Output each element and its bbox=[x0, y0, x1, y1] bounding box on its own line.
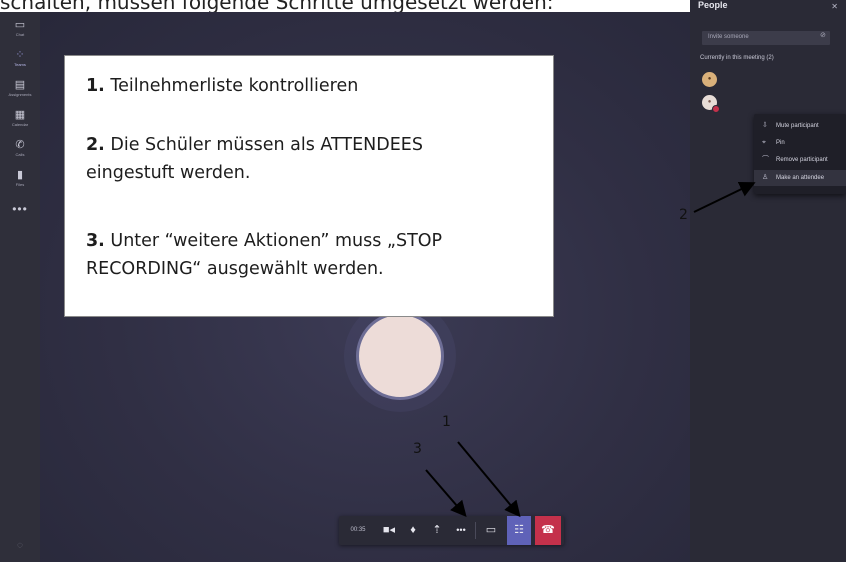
participants-button[interactable]: ☷ bbox=[507, 516, 531, 545]
annotation-label-3: 3 bbox=[413, 441, 422, 457]
participant-avatar[interactable]: ● bbox=[702, 72, 717, 87]
invite-input[interactable]: Invite someone bbox=[702, 31, 830, 45]
rail-item-label: Calendar bbox=[11, 122, 29, 127]
more-actions-button[interactable]: ••• bbox=[449, 516, 473, 545]
calendar-icon: ▦ bbox=[14, 109, 26, 121]
people-panel: People ✕ Invite someone ⊘ Currently in t… bbox=[690, 0, 846, 562]
rail-item-label: Teams bbox=[14, 62, 26, 67]
participants-icon: ☷ bbox=[514, 524, 524, 536]
attendee-icon: ♙ bbox=[762, 174, 769, 181]
share-link-icon[interactable]: ⊘ bbox=[820, 31, 826, 39]
rail-item-files[interactable]: ▮ Files bbox=[0, 166, 40, 196]
teams-icon: ⁘ bbox=[15, 49, 25, 61]
rail-item-label: Calls bbox=[15, 152, 25, 157]
call-timer: 00:35 bbox=[350, 527, 366, 533]
chat-icon: ▭ bbox=[14, 19, 26, 31]
step-text: eingestuft werden. bbox=[86, 163, 251, 183]
assignments-icon: ▤ bbox=[14, 79, 26, 91]
invite-placeholder: Invite someone bbox=[708, 34, 749, 40]
menu-item-remove[interactable]: ⌒ Remove participant bbox=[754, 152, 846, 168]
call-controls-bar: 00:35 ■◂ ♦ ⇡ ••• ▭ ☷ ☎ bbox=[339, 516, 564, 545]
menu-item-label: Pin bbox=[776, 140, 785, 146]
rail-item-calls[interactable]: ✆ Calls bbox=[0, 136, 40, 166]
rail-item-label: Assignments bbox=[8, 92, 32, 97]
panel-title: People bbox=[698, 0, 728, 10]
camera-button[interactable]: ■◂ bbox=[377, 516, 401, 545]
annotation-label-2: 2 bbox=[679, 207, 688, 223]
rail-item-chat[interactable]: ▭ Chat bbox=[0, 16, 40, 46]
call-bar-divider bbox=[475, 522, 476, 539]
files-icon: ▮ bbox=[16, 169, 24, 181]
step-number: 2. bbox=[86, 135, 105, 155]
share-screen-icon: ⇡ bbox=[432, 524, 442, 536]
pin-icon: ⌖ bbox=[762, 139, 766, 146]
close-icon[interactable]: ✕ bbox=[831, 2, 838, 11]
menu-item-make-attendee[interactable]: ♙ Make an attendee bbox=[754, 170, 846, 186]
microphone-button[interactable]: ♦ bbox=[401, 516, 425, 545]
menu-item-pin[interactable]: ⌖ Pin bbox=[754, 135, 846, 151]
camera-icon: ■◂ bbox=[382, 524, 396, 536]
step-text: Unter “weitere Aktionen” muss „STOP bbox=[104, 231, 443, 251]
help-icon[interactable]: ◌ bbox=[0, 540, 40, 551]
rail-item-assignments[interactable]: ▤ Assignments bbox=[0, 76, 40, 106]
more-actions-icon: ••• bbox=[456, 525, 466, 535]
status-badge bbox=[712, 105, 720, 113]
step-2: 2. Die Schüler müssen als ATTENDEES eing… bbox=[86, 131, 423, 187]
annotation-label-1: 1 bbox=[442, 414, 451, 430]
mic-off-icon: ⇩ bbox=[762, 122, 768, 129]
menu-item-label: Remove participant bbox=[776, 157, 828, 163]
step-3: 3. Unter “weitere Aktionen” muss „STOP R… bbox=[86, 227, 442, 283]
rail-item-label: Files bbox=[15, 182, 25, 187]
participant-context-menu: ⇩ Mute participant ⌖ Pin ⌒ Remove partic… bbox=[754, 114, 846, 194]
rail-item-label: Chat bbox=[15, 32, 25, 37]
microphone-icon: ♦ bbox=[410, 524, 416, 536]
step-text: Teilnehmerliste kontrollieren bbox=[104, 76, 359, 96]
remove-icon: ⌒ bbox=[762, 156, 769, 163]
hang-up-icon: ☎ bbox=[541, 524, 555, 536]
step-1: 1. Teilnehmerliste kontrollieren bbox=[86, 72, 358, 100]
step-number: 1. bbox=[86, 76, 105, 96]
share-screen-button[interactable]: ⇡ bbox=[425, 516, 449, 545]
menu-item-mute[interactable]: ⇩ Mute participant bbox=[754, 118, 846, 134]
step-text: RECORDING“ ausgewählt werden. bbox=[86, 259, 384, 279]
chat-icon: ▭ bbox=[485, 524, 497, 536]
hang-up-button[interactable]: ☎ bbox=[535, 516, 561, 545]
step-number: 3. bbox=[86, 231, 105, 251]
section-header[interactable]: Currently in this meeting (2) bbox=[700, 55, 774, 61]
rail-item-teams[interactable]: ⁘ Teams bbox=[0, 46, 40, 76]
menu-item-label: Make an attendee bbox=[776, 175, 825, 181]
instruction-box: 1. Teilnehmerliste kontrollieren 2. Die … bbox=[64, 55, 554, 317]
calls-icon: ✆ bbox=[15, 139, 25, 151]
menu-item-label: Mute participant bbox=[776, 123, 819, 129]
app-rail: ▭ Chat ⁘ Teams ▤ Assignments ▦ Calendar … bbox=[0, 12, 40, 562]
step-text: Die Schüler müssen als ATTENDEES bbox=[104, 135, 423, 155]
chat-toggle-button[interactable]: ▭ bbox=[479, 516, 503, 545]
more-apps-button[interactable]: ••• bbox=[0, 202, 40, 216]
participant-avatar bbox=[356, 312, 444, 400]
rail-item-calendar[interactable]: ▦ Calendar bbox=[0, 106, 40, 136]
